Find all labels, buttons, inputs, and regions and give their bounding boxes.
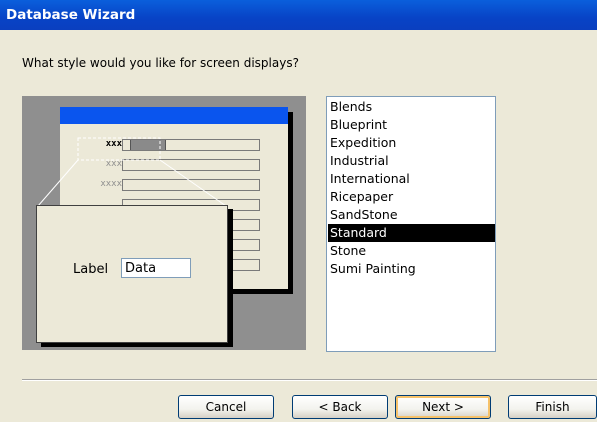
style-option-sandstone[interactable]: SandStone [328,206,495,224]
style-preview: xxx xxx xxxx Label Data [22,96,306,350]
button-divider [22,379,597,381]
preview-label: Label [73,262,109,277]
next-button[interactable]: Next > [395,395,491,419]
style-option-expedition[interactable]: Expedition [328,134,495,152]
style-option-standard[interactable]: Standard [328,224,495,242]
preview-form-front: Label Data [36,205,228,343]
prompt-text: What style would you like for screen dis… [22,56,299,70]
style-option-industrial[interactable]: Industrial [328,152,495,170]
style-option-stone[interactable]: Stone [328,242,495,260]
back-button[interactable]: < Back [292,395,388,419]
style-option-international[interactable]: International [328,170,495,188]
style-option-blueprint[interactable]: Blueprint [328,116,495,134]
title-bar: Database Wizard [0,0,597,30]
window-title: Database Wizard [6,7,136,23]
preview-data-field: Data [121,258,191,278]
style-option-sumi-painting[interactable]: Sumi Painting [328,260,495,278]
finish-button[interactable]: Finish [508,395,597,419]
style-option-blends[interactable]: Blends [328,98,495,116]
cancel-button[interactable]: Cancel [178,395,274,419]
style-option-ricepaper[interactable]: Ricepaper [328,188,495,206]
style-listbox[interactable]: Blends Blueprint Expedition Industrial I… [326,96,496,352]
